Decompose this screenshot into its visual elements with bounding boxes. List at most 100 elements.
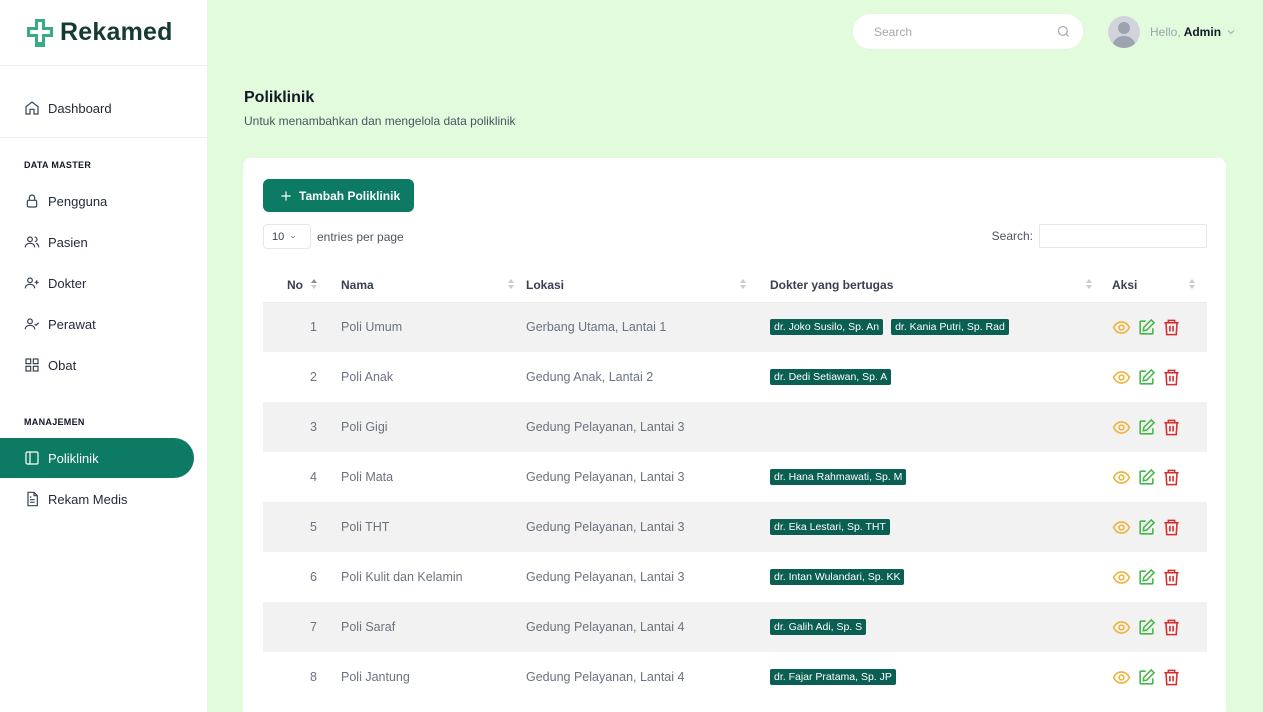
greeting: Hello,: [1150, 25, 1181, 39]
add-poliklinik-button[interactable]: Tambah Poliklinik: [263, 179, 414, 212]
edit-icon[interactable]: [1137, 568, 1156, 587]
table-row: 4 Poli Mata Gedung Pelayanan, Lantai 3 d…: [263, 452, 1207, 502]
cell-nama: Poli Jantung: [341, 670, 410, 684]
table-body: 1 Poli Umum Gerbang Utama, Lantai 1 dr. …: [263, 302, 1207, 702]
user-name: Admin: [1183, 25, 1222, 39]
column-header-aksi[interactable]: Aksi: [1104, 268, 1207, 303]
cell-dokter: dr. Dedi Setiawan, Sp. A: [758, 352, 1104, 402]
sidebar-item-dokter[interactable]: Dokter: [0, 263, 194, 303]
eye-icon[interactable]: [1112, 468, 1131, 487]
sidebar-item-obat[interactable]: Obat: [0, 345, 194, 385]
cell-lokasi: Gerbang Utama, Lantai 1: [526, 320, 667, 335]
cell-lokasi: Gedung Pelayanan, Lantai 4: [526, 670, 685, 684]
cell-lokasi: Gedung Pelayanan, Lantai 3: [526, 470, 685, 484]
doctor-badge: dr. Fajar Pratama, Sp. JP: [770, 669, 896, 685]
cell-no: 6: [310, 570, 317, 584]
medical-cross-logo-icon: [27, 18, 53, 47]
cell-no: 8: [310, 670, 317, 684]
edit-icon[interactable]: [1137, 368, 1156, 387]
trash-icon[interactable]: [1162, 668, 1181, 687]
sidebar-item-label: Rekam Medis: [48, 491, 128, 507]
sidebar-item-label: Poliklinik: [48, 450, 99, 466]
edit-icon[interactable]: [1137, 418, 1156, 437]
trash-icon[interactable]: [1162, 318, 1181, 337]
sidebar-item-pengguna[interactable]: Pengguna: [0, 181, 194, 221]
doctor-badge: dr. Hana Rahmawati, Sp. M: [770, 469, 907, 485]
eye-icon[interactable]: [1112, 368, 1131, 387]
cell-dokter: dr. Eka Lestari, Sp. THT: [758, 502, 1104, 552]
grid-icon: [25, 358, 39, 372]
table-row: 8 Poli Jantung Gedung Pelayanan, Lantai …: [263, 652, 1207, 702]
plus-icon: [281, 190, 291, 201]
table-search-label: Search:: [991, 229, 1033, 243]
file-text-icon: [27, 491, 38, 507]
edit-icon[interactable]: [1137, 618, 1156, 637]
cell-aksi: [1104, 652, 1207, 702]
sidebar-item-pasien[interactable]: Pasien: [0, 222, 194, 262]
user-menu[interactable]: Hello, Admin: [1108, 16, 1237, 48]
cell-lokasi: Gedung Anak, Lantai 2: [526, 370, 654, 384]
cell-no: 7: [310, 620, 317, 634]
cell-aksi: [1104, 302, 1207, 352]
trash-icon[interactable]: [1162, 368, 1181, 387]
cell-no: 3: [310, 420, 317, 434]
eye-icon[interactable]: [1112, 618, 1131, 637]
eye-icon[interactable]: [1112, 568, 1131, 587]
sidebar-item-label: Pasien: [48, 234, 88, 250]
table-row: 2 Poli Anak Gedung Anak, Lantai 2 dr. De…: [263, 352, 1207, 402]
sidebar-item-poliklinik[interactable]: Poliklinik: [0, 438, 194, 478]
content-card: Tambah Poliklinik 10 entries per page Se…: [243, 158, 1226, 712]
column-header-nama[interactable]: Nama: [341, 268, 526, 303]
section-manajemen: MANAJEMEN: [24, 417, 85, 427]
cell-aksi: [1104, 602, 1207, 652]
per-page-select[interactable]: 10: [263, 224, 311, 249]
sidebar-item-label: Dashboard: [48, 100, 112, 116]
trash-icon[interactable]: [1162, 518, 1181, 537]
cell-aksi: [1104, 352, 1207, 402]
edit-icon[interactable]: [1137, 518, 1156, 537]
user-plus-icon: [24, 277, 39, 289]
lock-icon: [26, 194, 38, 208]
cell-lokasi: Gedung Pelayanan, Lantai 4: [526, 620, 685, 634]
sidebar-item-perawat[interactable]: Perawat: [0, 304, 194, 344]
cell-dokter: [758, 402, 1104, 452]
table-search-input[interactable]: [1039, 224, 1207, 248]
eye-icon[interactable]: [1112, 518, 1131, 537]
eye-icon[interactable]: [1112, 318, 1131, 337]
eye-icon[interactable]: [1112, 418, 1131, 437]
sort-icon: [1189, 279, 1195, 291]
sidebar-item-rekam-medis[interactable]: Rekam Medis: [0, 479, 194, 519]
trash-icon[interactable]: [1162, 618, 1181, 637]
cell-dokter: dr. Joko Susilo, Sp. An dr. Kania Putri, …: [758, 302, 1104, 352]
sidebar: Rekamed Dashboard DATA MASTER Pengguna P…: [0, 0, 208, 712]
search-input[interactable]: [874, 24, 1044, 39]
column-header-dokter[interactable]: Dokter yang bertugas: [758, 268, 1104, 303]
entries-per-page: 10 entries per page: [263, 224, 404, 249]
sort-icon: [1086, 279, 1092, 291]
column-header-no[interactable]: No: [263, 268, 341, 303]
cell-nama: Poli Mata: [341, 470, 394, 484]
sort-icon: [740, 279, 746, 291]
logo[interactable]: Rekamed: [0, 0, 207, 66]
eye-icon[interactable]: [1112, 668, 1131, 687]
table-row: 6 Poli Kulit dan Kelamin Gedung Pelayana…: [263, 552, 1207, 602]
sidebar-item-label: Obat: [48, 357, 77, 373]
trash-icon[interactable]: [1162, 468, 1181, 487]
column-header-lokasi[interactable]: Lokasi: [526, 268, 758, 303]
user-check-icon: [24, 318, 40, 330]
section-data-master: DATA MASTER: [24, 160, 92, 170]
cell-lokasi: Gedung Pelayanan, Lantai 3: [526, 520, 685, 534]
doctor-badge: dr. Kania Putri, Sp. Rad: [891, 319, 1009, 336]
trash-icon[interactable]: [1162, 568, 1181, 587]
edit-icon[interactable]: [1137, 318, 1156, 337]
edit-icon[interactable]: [1137, 668, 1156, 687]
cell-aksi: [1104, 452, 1207, 502]
doctor-badge: dr. Intan Wulandari, Sp. KK: [770, 569, 905, 585]
global-search: [853, 14, 1083, 49]
trash-icon[interactable]: [1162, 418, 1181, 437]
edit-icon[interactable]: [1137, 468, 1156, 487]
cell-no: 4: [310, 470, 317, 484]
doctor-badge: dr. Galih Adi, Sp. S: [770, 619, 867, 635]
sidebar-item-dashboard[interactable]: Dashboard: [0, 88, 194, 128]
search-icon[interactable]: [1056, 24, 1071, 39]
